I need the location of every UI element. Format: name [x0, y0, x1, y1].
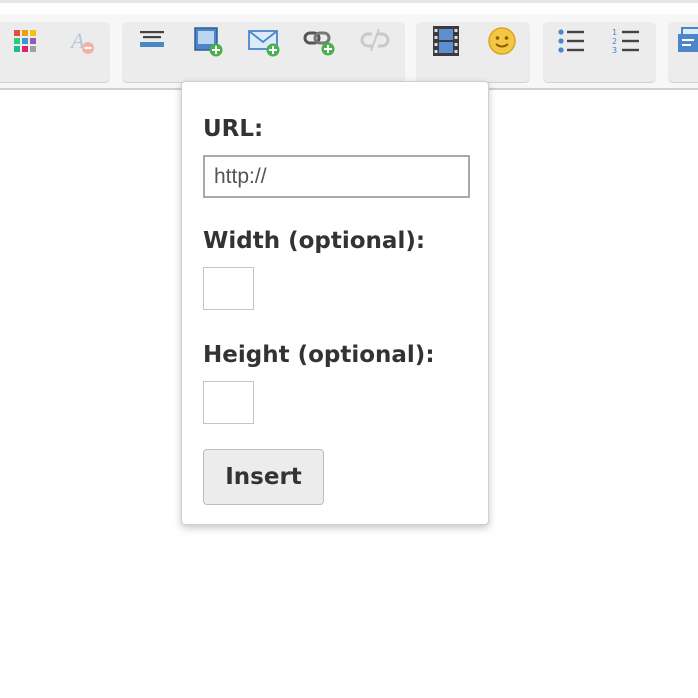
height-input[interactable]: [203, 381, 254, 424]
insert-media-popup: URL: Width (optional): Height (optional)…: [181, 81, 489, 525]
bullet-list-icon: [558, 29, 584, 53]
horizontal-rule-button[interactable]: [134, 23, 170, 59]
window-top-edge: [0, 0, 698, 3]
source-code-icon: [678, 27, 698, 52]
horizontal-rule-icon: [140, 31, 164, 47]
unlink-button[interactable]: [357, 23, 393, 59]
color-grid-button[interactable]: [7, 23, 43, 59]
svg-text:2: 2: [612, 37, 617, 46]
numbered-list-icon: 1 2 3: [612, 28, 639, 55]
insert-video-button[interactable]: [428, 23, 464, 59]
source-code-button[interactable]: [676, 23, 698, 59]
remove-format-button[interactable]: A: [64, 23, 100, 59]
bullet-list-button[interactable]: [553, 23, 589, 59]
color-grid-icon: [14, 30, 36, 52]
width-label: Width (optional):: [203, 228, 426, 254]
editor-toolbar: [0, 14, 698, 90]
insert-image-button[interactable]: [190, 23, 226, 59]
url-label: URL:: [203, 116, 264, 142]
height-label: Height (optional):: [203, 342, 435, 368]
insert-button[interactable]: Insert: [203, 449, 324, 505]
emoticon-icon: [488, 27, 516, 55]
insert-link-button[interactable]: [302, 23, 338, 59]
insert-link-icon: [303, 31, 335, 56]
insert-email-button[interactable]: [246, 23, 282, 59]
insert-email-icon: [248, 30, 280, 57]
url-input[interactable]: [203, 155, 470, 198]
width-input[interactable]: [203, 267, 254, 310]
svg-text:3: 3: [612, 46, 617, 55]
remove-format-icon: A: [69, 28, 94, 54]
svg-text:1: 1: [612, 28, 617, 37]
emoticon-button[interactable]: [484, 23, 520, 59]
insert-image-icon: [194, 27, 223, 57]
numbered-list-button[interactable]: 1 2 3: [608, 23, 644, 59]
unlink-icon: [360, 28, 390, 52]
insert-video-icon: [433, 26, 459, 56]
